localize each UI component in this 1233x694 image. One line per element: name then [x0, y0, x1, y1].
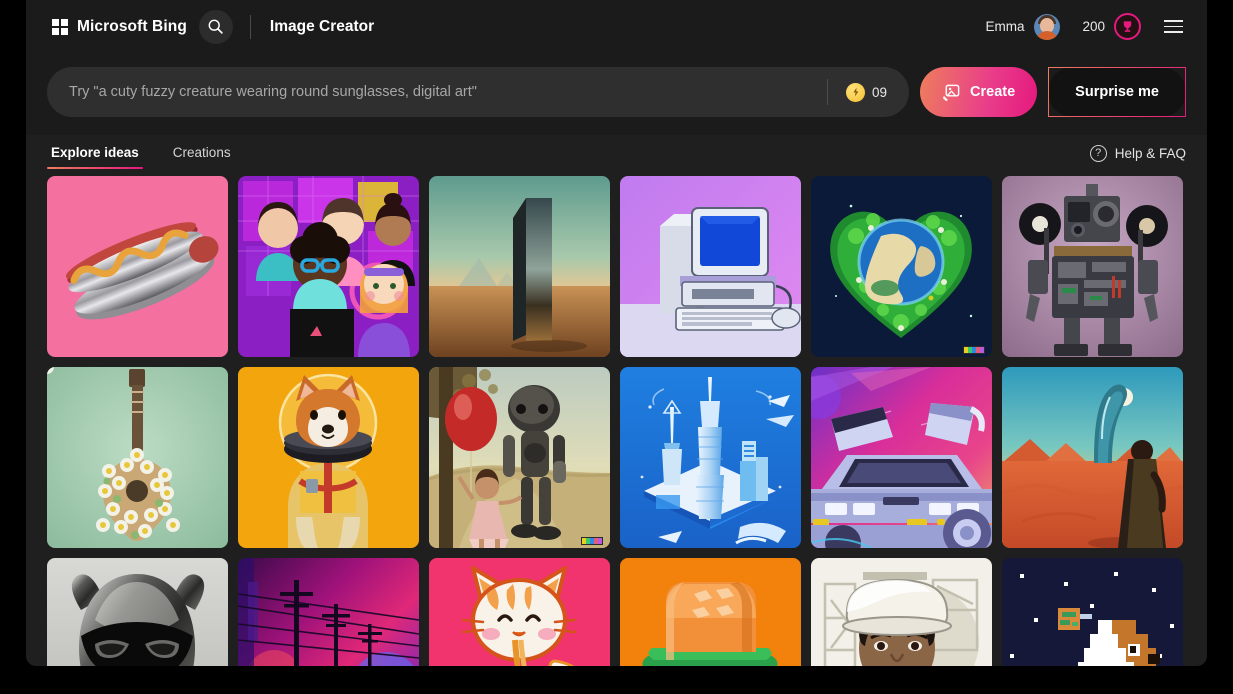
- gallery-tile[interactable]: [1002, 367, 1183, 548]
- gallery-tile[interactable]: [429, 367, 610, 548]
- boost-counter[interactable]: 09: [827, 79, 903, 105]
- prompt-bar: 09 Create Surprise me: [26, 53, 1207, 135]
- prompt-input[interactable]: [47, 67, 827, 117]
- search-button[interactable]: [199, 10, 233, 44]
- gallery-tile[interactable]: [47, 367, 228, 548]
- gallery-tile[interactable]: [1002, 176, 1183, 357]
- gallery-tile[interactable]: [238, 176, 419, 357]
- points-label: 200: [1082, 19, 1105, 34]
- help-faq-link[interactable]: ? Help & FAQ: [1090, 145, 1186, 170]
- gallery-tile[interactable]: [238, 558, 419, 666]
- tab-bar: Explore ideas Creations ? Help & FAQ: [26, 138, 1207, 176]
- rewards-button[interactable]: [1114, 13, 1141, 40]
- hamburger-line: [1164, 26, 1183, 28]
- gallery-tile[interactable]: [811, 367, 992, 548]
- surprise-me-button[interactable]: Surprise me: [1048, 67, 1186, 117]
- avatar-body: [1036, 31, 1058, 40]
- gallery-tile[interactable]: [429, 558, 610, 666]
- prompt-input-wrap: 09: [47, 67, 909, 117]
- gallery-tile[interactable]: [620, 558, 801, 666]
- image-create-icon: [942, 83, 961, 102]
- top-header: Microsoft Bing Image Creator Emma 200: [26, 0, 1207, 53]
- avatar[interactable]: [1034, 14, 1060, 40]
- tab-explore-ideas[interactable]: Explore ideas: [47, 145, 143, 169]
- gallery-tile[interactable]: [1002, 558, 1183, 666]
- tab-creations-label: Creations: [173, 145, 231, 160]
- gallery-tile[interactable]: [429, 176, 610, 357]
- gallery-tile[interactable]: [47, 176, 228, 357]
- image-creator-app: Microsoft Bing Image Creator Emma 200: [26, 0, 1207, 666]
- header-divider: [250, 15, 251, 39]
- user-name-label: Emma: [985, 19, 1024, 34]
- hamburger-line: [1164, 20, 1183, 22]
- tab-explore-ideas-label: Explore ideas: [51, 145, 139, 160]
- tab-creations[interactable]: Creations: [169, 145, 235, 169]
- create-button-label: Create: [970, 84, 1015, 100]
- hamburger-line: [1164, 31, 1183, 33]
- create-button[interactable]: Create: [920, 67, 1037, 117]
- hamburger-menu-button[interactable]: [1160, 16, 1187, 37]
- gallery-tile[interactable]: [238, 367, 419, 548]
- microsoft-logo-icon: [52, 19, 68, 35]
- brand-label: Microsoft Bing: [77, 18, 187, 36]
- question-circle-icon: ?: [1090, 145, 1107, 162]
- search-icon: [207, 18, 224, 35]
- gallery-tile[interactable]: [47, 558, 228, 666]
- help-faq-label: Help & FAQ: [1115, 146, 1186, 161]
- page-title: Image Creator: [270, 18, 374, 36]
- bing-brand[interactable]: Microsoft Bing: [52, 18, 187, 36]
- gallery-tile[interactable]: [811, 558, 992, 666]
- boost-count-label: 09: [872, 85, 887, 100]
- gallery-tile[interactable]: [620, 367, 801, 548]
- header-right-cluster: Emma 200: [985, 13, 1187, 40]
- rewards-trophy-icon: [1121, 20, 1134, 33]
- image-gallery-grid: [26, 176, 1207, 666]
- lightning-boost-icon: [846, 83, 865, 102]
- gallery-tile[interactable]: [620, 176, 801, 357]
- gallery-tile[interactable]: [811, 176, 992, 357]
